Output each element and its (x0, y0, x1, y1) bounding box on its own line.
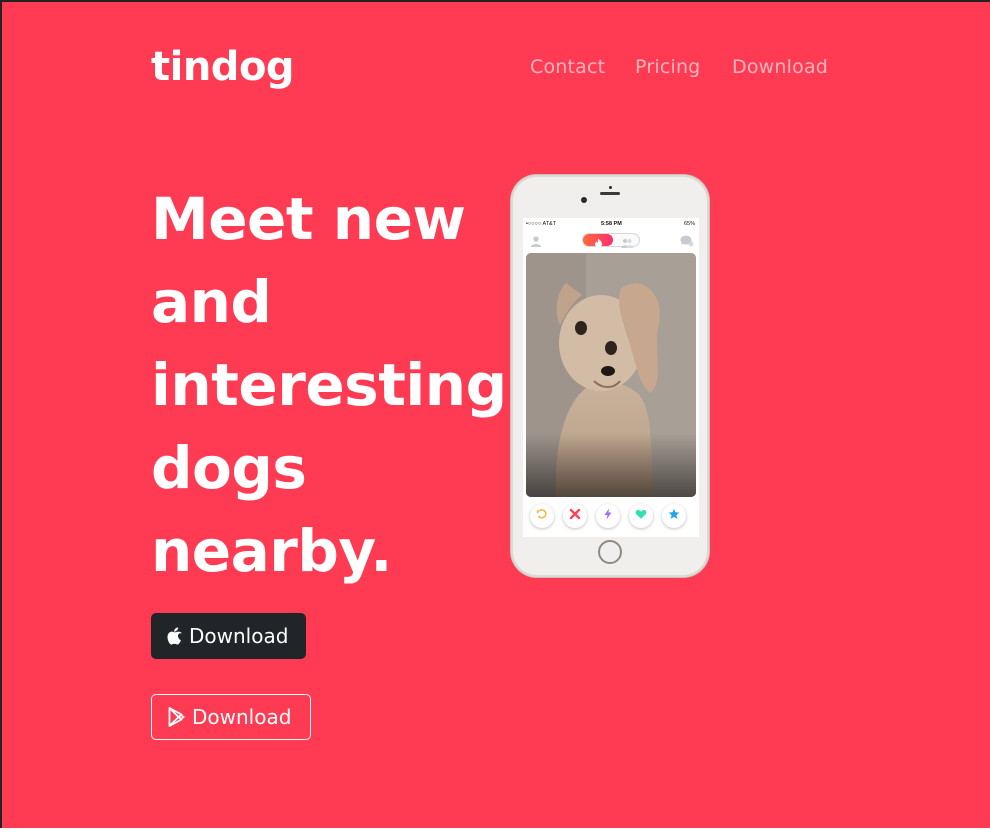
apple-download-button[interactable]: Download (151, 613, 306, 659)
google-play-download-button[interactable]: Download (151, 694, 311, 740)
boost-bolt-icon (603, 507, 613, 525)
messages-icon (680, 234, 694, 252)
page-bottom-edge (0, 828, 990, 834)
dog-profile-photo (526, 253, 696, 497)
status-battery: 65% (683, 221, 695, 227)
headline-line: interesting (151, 351, 507, 419)
hero-section: tindog Contact Pricing Download Meet new… (2, 2, 990, 828)
rewind-icon (536, 507, 548, 525)
toggle-active (583, 234, 613, 248)
headline-line: and (151, 268, 272, 336)
phone-screen: •○○○○ AT&T 5:58 PM 65% (523, 218, 699, 537)
status-carrier: •○○○○ AT&T (526, 221, 557, 227)
action-bar (523, 501, 699, 531)
nav-link-download[interactable]: Download (732, 56, 828, 78)
like-button[interactable] (629, 504, 653, 528)
nope-x-icon (569, 507, 581, 525)
mode-toggle (582, 233, 640, 248)
profile-icon (530, 234, 542, 252)
group-icon (620, 235, 634, 253)
home-button (598, 540, 622, 564)
hero-headline: Meet new and interesting dogs nearby. (151, 178, 507, 593)
nav-link-pricing[interactable]: Pricing (635, 56, 700, 78)
headline-line: dogs (151, 434, 307, 502)
rewind-button[interactable] (530, 504, 554, 528)
nav-link-contact[interactable]: Contact (530, 56, 605, 78)
earpiece-speaker (600, 192, 620, 195)
headline-line: Meet new (151, 185, 466, 253)
apple-icon (167, 627, 183, 645)
app-top-bar (523, 230, 699, 250)
front-sensor (609, 186, 612, 189)
nope-button[interactable] (563, 504, 587, 528)
status-bar: •○○○○ AT&T 5:58 PM 65% (523, 219, 699, 229)
super-like-star-icon (668, 507, 680, 525)
flame-icon (594, 235, 603, 253)
iphone-mockup: •○○○○ AT&T 5:58 PM 65% (511, 175, 709, 577)
top-nav: Contact Pricing Download (2, 56, 990, 86)
google-play-icon (168, 707, 186, 727)
google-play-download-label: Download (192, 705, 292, 729)
headline-line: nearby. (151, 517, 392, 585)
super-like-button[interactable] (662, 504, 686, 528)
like-heart-icon (635, 507, 647, 525)
apple-download-label: Download (189, 624, 289, 648)
boost-button[interactable] (596, 504, 620, 528)
front-camera (581, 197, 587, 203)
status-time: 5:58 PM (601, 221, 622, 227)
